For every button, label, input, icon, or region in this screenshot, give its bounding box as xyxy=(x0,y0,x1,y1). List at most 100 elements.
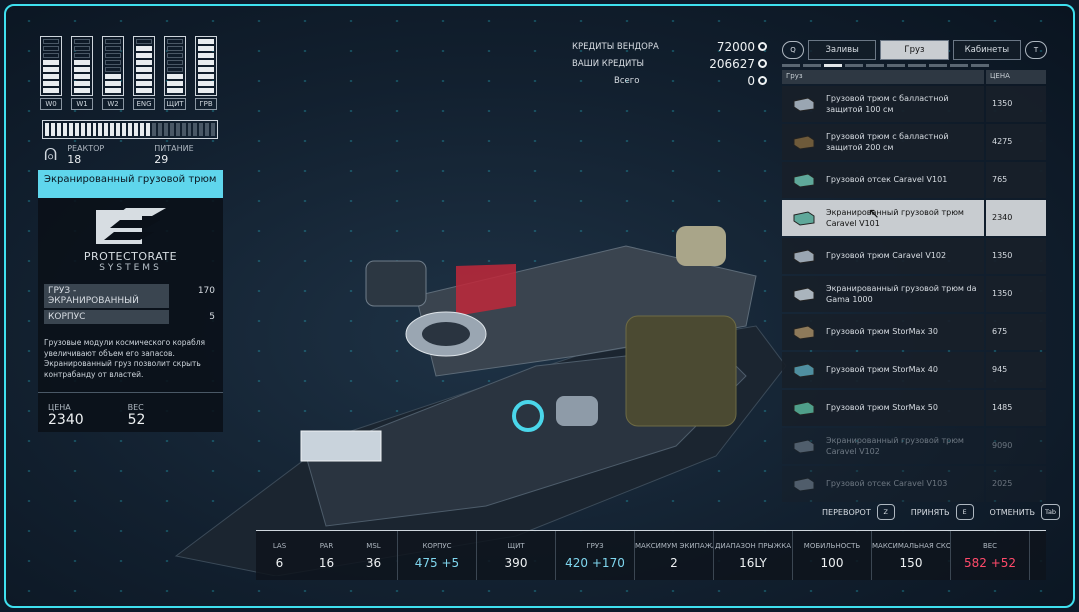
reactor-segment xyxy=(187,123,192,136)
system-label: W1 xyxy=(71,98,93,110)
item-name: Грузовой отсек Caravel V101 xyxy=(826,175,948,185)
item-price: 765 xyxy=(986,161,1046,198)
indicator-segment xyxy=(950,64,968,67)
system-power-bars xyxy=(133,36,155,96)
power-pip xyxy=(43,74,59,79)
reactor-segment xyxy=(45,123,49,136)
list-item[interactable]: Грузовой отсек Caravel V103 2025 xyxy=(782,465,1046,502)
stat-value: 390 xyxy=(504,555,528,570)
power-pip xyxy=(74,74,90,79)
tab-2[interactable]: Груз xyxy=(880,40,949,60)
ship-model[interactable] xyxy=(156,206,796,576)
item-name-cell: Грузовой трюм StorMax 50 xyxy=(782,389,984,426)
hotkey-key[interactable]: Z xyxy=(876,504,895,520)
module-thumbnail-icon xyxy=(782,248,826,264)
item-name: Грузовой трюм Caravel V102 xyxy=(826,251,947,261)
stat-group: МАКСИМУМ ЭКИПАЖА 2 xyxy=(635,531,714,580)
stat-value: 16 xyxy=(318,555,335,570)
item-property: КОРПУС 5 xyxy=(44,310,217,324)
module-thumbnail-icon xyxy=(782,438,826,454)
system-label: W0 xyxy=(40,98,62,110)
stat-group: ГРУЗ 420 +170 xyxy=(556,531,635,580)
reactor-segment xyxy=(181,123,186,136)
stat-value: 420 +170 xyxy=(565,555,625,570)
list-item[interactable]: Грузовой трюм StorMax 50 1485 xyxy=(782,389,1046,426)
power-pip xyxy=(105,81,121,86)
list-item[interactable]: Грузовой отсек Caravel V101 765 xyxy=(782,161,1046,198)
power-pip xyxy=(43,39,59,44)
power-pip xyxy=(167,67,183,72)
list-item[interactable]: Экранированный грузовой трюм da Gama 100… xyxy=(782,275,1046,312)
your-credits-value: 206627 xyxy=(709,56,755,71)
stat-label: МОБИЛЬНОСТЬ xyxy=(803,541,861,550)
system-label: ЩИТ xyxy=(164,98,186,110)
hotkey-key[interactable]: Tab xyxy=(1041,504,1061,520)
reactor-segment xyxy=(193,123,198,136)
list-item[interactable]: Экранированный грузовой трюм Caravel V10… xyxy=(782,199,1046,236)
indicator-segment xyxy=(845,64,863,67)
prev-tab-key[interactable]: Q xyxy=(782,41,804,59)
list-item[interactable]: Грузовой трюм с балластной защитой 200 с… xyxy=(782,123,1046,160)
list-item[interactable]: Экранированный грузовой трюм Caravel V10… xyxy=(782,427,1046,464)
list-header: Груз ЦЕНА xyxy=(782,70,1046,84)
stat-label: КОРПУС xyxy=(422,541,452,550)
power-pip xyxy=(198,60,214,65)
power-pip xyxy=(198,88,214,93)
system-power-bars xyxy=(40,36,62,96)
power-pip xyxy=(105,46,121,51)
power-pip xyxy=(136,88,152,93)
reactor-info: ⍝ РЕАКТОР 18 ПИТАНИЕ 29 xyxy=(44,143,194,167)
hotkey-key[interactable]: E xyxy=(955,504,974,520)
item-name: Грузовой трюм с балластной защитой 200 с… xyxy=(826,131,949,152)
stat-label: ВЕС xyxy=(982,541,998,550)
reactor-segment xyxy=(199,123,204,136)
power-pip xyxy=(74,67,90,72)
ship-stat: КОРПУС 475 +5 xyxy=(398,531,476,580)
power-pip xyxy=(136,39,152,44)
system-w0[interactable]: W0 xyxy=(40,36,62,110)
reactor-segment xyxy=(140,123,144,136)
power-pip xyxy=(43,46,59,51)
item-name-cell: Грузовой трюм StorMax 40 xyxy=(782,351,984,388)
power-pip xyxy=(74,88,90,93)
system-w1[interactable]: W1 xyxy=(71,36,93,110)
list-item[interactable]: Грузовой трюм StorMax 30 675 xyxy=(782,313,1046,350)
ship-stat: МАКСИМАЛЬНАЯ СКОРОСТЬ 150 xyxy=(872,531,950,580)
item-name: Экранированный грузовой трюм da Gama 100… xyxy=(826,283,977,304)
item-name-cell: Грузовой трюм с балластной защитой 200 с… xyxy=(782,123,984,160)
power-pip xyxy=(74,60,90,65)
item-weight: ВЕС 52 xyxy=(128,403,146,428)
reactor-value: 18 xyxy=(67,153,82,166)
power-pip xyxy=(105,88,121,93)
indicator-segment xyxy=(929,64,947,67)
power-pip xyxy=(74,53,90,58)
system-грв[interactable]: ГРВ xyxy=(195,36,217,110)
hotkey-label[interactable]: ОТМЕНИТЬ xyxy=(990,508,1036,517)
system-щит[interactable]: ЩИТ xyxy=(164,36,186,110)
item-price: 9090 xyxy=(986,427,1046,464)
item-name: Грузовой трюм StorMax 50 xyxy=(826,403,938,413)
stat-group: МОБИЛЬНОСТЬ 100 xyxy=(793,531,872,580)
system-w2[interactable]: W2 xyxy=(102,36,124,110)
tab-3[interactable]: Кабинеты xyxy=(952,40,1021,60)
list-item[interactable]: Грузовой трюм с балластной защитой 100 с… xyxy=(782,85,1046,122)
total-credits: Всего 0 xyxy=(572,72,767,89)
list-item[interactable]: Грузовой трюм Caravel V102 1350 xyxy=(782,237,1046,274)
reactor-segment xyxy=(110,123,115,136)
next-tab-key[interactable]: T xyxy=(1025,41,1047,59)
power-pip xyxy=(74,81,90,86)
system-eng[interactable]: ENG xyxy=(133,36,155,110)
item-name-cell: Грузовой трюм Caravel V102 xyxy=(782,237,984,274)
tab-1[interactable]: Заливы xyxy=(808,40,877,60)
module-thumbnail-icon xyxy=(782,172,826,188)
reactor-segment xyxy=(163,123,168,136)
reactor-segment xyxy=(92,123,97,136)
credit-icon xyxy=(758,59,767,68)
indicator-segment xyxy=(866,64,884,67)
list-item[interactable]: Грузовой трюм StorMax 40 945 xyxy=(782,351,1046,388)
power-pip xyxy=(167,88,183,93)
hotkey-label[interactable]: ПЕРЕВОРОТ xyxy=(822,508,871,517)
property-value: 5 xyxy=(209,312,215,322)
price-weight-row: ЦЕНА 2340 ВЕС 52 xyxy=(48,403,213,428)
hotkey-label[interactable]: ПРИНЯТЬ xyxy=(911,508,950,517)
